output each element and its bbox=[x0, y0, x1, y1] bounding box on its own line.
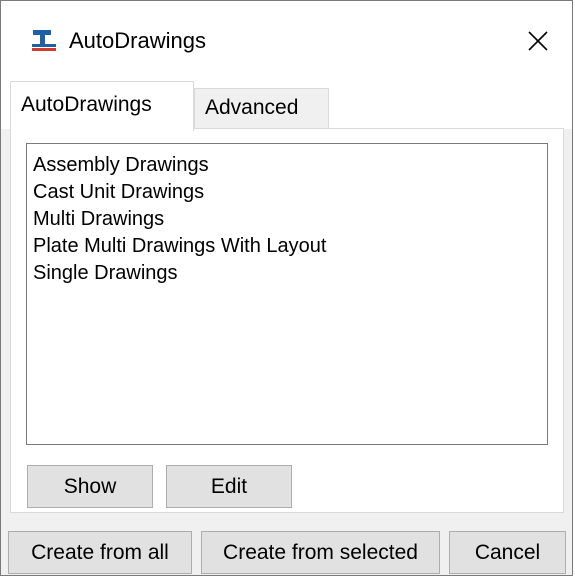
list-item-single-drawings[interactable]: Single Drawings bbox=[33, 260, 541, 287]
autodrawings-tab-panel: Assembly Drawings Cast Unit Drawings Mul… bbox=[10, 128, 564, 513]
create-from-all-button[interactable]: Create from all bbox=[8, 531, 192, 574]
list-item-assembly-drawings[interactable]: Assembly Drawings bbox=[33, 152, 541, 179]
drawing-list[interactable]: Assembly Drawings Cast Unit Drawings Mul… bbox=[26, 143, 548, 445]
list-item-multi-drawings[interactable]: Multi Drawings bbox=[33, 206, 541, 233]
tab-advanced[interactable]: Advanced bbox=[194, 88, 329, 129]
close-button[interactable] bbox=[492, 1, 572, 81]
show-button[interactable]: Show bbox=[27, 465, 153, 508]
title-bar: AutoDrawings bbox=[1, 1, 572, 81]
tab-autodrawings[interactable]: AutoDrawings bbox=[10, 81, 194, 131]
create-from-selected-button[interactable]: Create from selected bbox=[201, 531, 440, 574]
list-item-cast-unit-drawings[interactable]: Cast Unit Drawings bbox=[33, 179, 541, 206]
window-title: AutoDrawings bbox=[69, 28, 206, 53]
cancel-button[interactable]: Cancel bbox=[449, 531, 566, 574]
autodrawings-dialog: AutoDrawings AutoDrawings Advanced Assem… bbox=[0, 0, 573, 576]
autodrawings-app-icon bbox=[31, 28, 57, 52]
tab-strip: AutoDrawings Advanced bbox=[1, 81, 572, 131]
edit-button[interactable]: Edit bbox=[166, 465, 292, 508]
close-icon bbox=[528, 31, 548, 51]
list-item-plate-multi-drawings[interactable]: Plate Multi Drawings With Layout bbox=[33, 233, 541, 260]
